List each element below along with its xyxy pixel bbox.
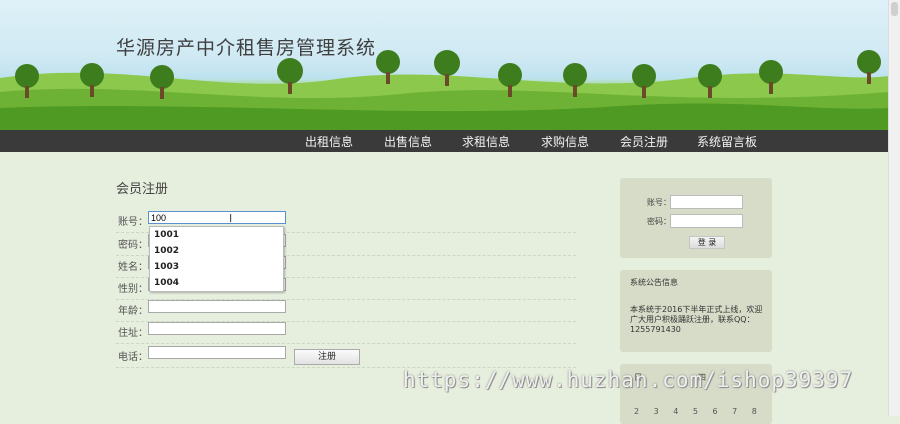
notice-panel: 系统公告信息 本系统于2016下半年正式上线，欢迎广大用户积极踊跃注册，联系QQ… — [620, 270, 772, 352]
nav-item-sale[interactable]: 出售信息 — [384, 133, 432, 150]
autocomplete-dropdown: 1001 1002 1003 1004 — [149, 226, 284, 292]
autocomplete-option[interactable]: 1003 — [150, 259, 283, 275]
login-password-input[interactable] — [670, 214, 743, 228]
nav-item-seek-buy[interactable]: 求购信息 — [541, 133, 589, 150]
nav-item-member-register[interactable]: 会员注册 — [620, 133, 668, 150]
login-panel: 账号： 密码： 登 录 — [620, 178, 772, 258]
form-row-address: 住址： — [116, 321, 576, 344]
age-input[interactable] — [148, 300, 286, 313]
notice-title: 系统公告信息 — [630, 278, 678, 287]
page-scrollbar[interactable] — [888, 0, 900, 416]
age-label: 年龄： — [118, 306, 148, 317]
gender-label: 性别： — [118, 284, 148, 295]
scrollbar-thumb[interactable] — [891, 2, 898, 16]
name-label: 姓名： — [118, 262, 148, 273]
autocomplete-option[interactable]: 1004 — [150, 275, 283, 291]
password-label: 密码： — [118, 240, 148, 251]
site-title: 华源房产中介租售房管理系统 — [116, 37, 377, 59]
address-input[interactable] — [148, 322, 286, 335]
register-title: 会员注册 — [116, 182, 169, 197]
form-row-age: 年龄： — [116, 299, 576, 322]
login-button[interactable]: 登 录 — [689, 236, 725, 249]
account-input[interactable] — [148, 211, 286, 224]
nav-item-message-board[interactable]: 系统留言板 — [697, 133, 757, 150]
main-nav: 出租信息 出售信息 求租信息 求购信息 会员注册 系统留言板 — [0, 130, 889, 152]
notice-text: 本系统于2016下半年正式上线，欢迎广大用户积极踊跃注册，联系QQ：125579… — [630, 305, 763, 334]
phone-input[interactable] — [148, 346, 286, 359]
header-banner: 华源房产中介租售房管理系统 — [0, 0, 889, 130]
nav-item-rent-out[interactable]: 出租信息 — [305, 133, 353, 150]
calendar-days: 2 3 4 5 6 7 8 — [634, 407, 763, 416]
phone-label: 电话： — [118, 352, 148, 363]
register-button[interactable]: 注册 — [294, 349, 360, 365]
text-cursor-icon: I — [229, 212, 233, 225]
landscape-illustration — [0, 50, 889, 130]
autocomplete-option[interactable]: 1001 — [150, 227, 283, 243]
nav-item-seek-rent[interactable]: 求租信息 — [462, 133, 510, 150]
account-label: 账号： — [118, 217, 148, 228]
login-account-label: 账号： — [647, 198, 671, 207]
address-label: 住址： — [118, 328, 148, 339]
login-password-label: 密码： — [647, 217, 671, 226]
autocomplete-option[interactable]: 1002 — [150, 243, 283, 259]
login-account-input[interactable] — [670, 195, 743, 209]
watermark-text: https://www.huzhan.com/ishop39397 — [403, 368, 854, 392]
